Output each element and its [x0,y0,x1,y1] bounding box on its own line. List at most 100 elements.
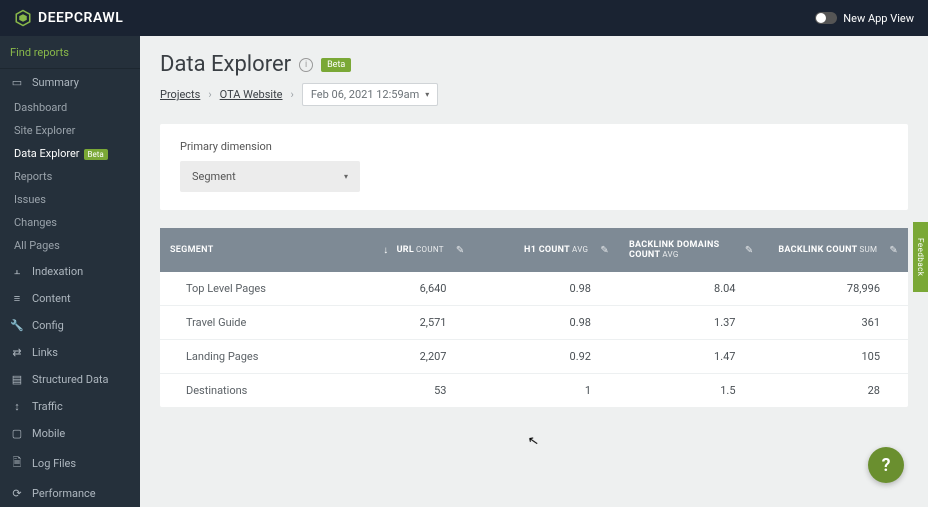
sidebar-section-config[interactable]: 🔧Config [0,312,140,339]
indexation-icon: ⫠ [10,264,24,278]
th-backlink-domains[interactable]: BACKLINK DOMAINS COUNTAVG ✎ [619,228,764,272]
mobile-icon: ▢ [10,427,24,440]
sidebar-section-performance[interactable]: ⟳ Performance [0,480,140,507]
main-content: Data Explorer i Beta Projects › OTA Webs… [140,36,928,507]
sidebar-section-content[interactable]: ≡ Content [0,285,140,312]
toggle-icon [815,12,837,24]
dimension-select[interactable]: Segment ▾ [180,161,360,192]
pencil-icon[interactable]: ✎ [745,245,754,256]
sidebar-section-links[interactable]: ⇄ Links [0,339,140,366]
th-url-main: URL [397,245,414,255]
sidebar-section-mobile[interactable]: ▢Mobile [0,420,140,447]
table-cell: 1.5 [619,374,764,407]
sidebar-item-dashboard[interactable]: Dashboard [0,96,140,119]
new-app-view-label: New App View [843,12,914,25]
section-label: Content [32,292,71,305]
date-value: Feb 06, 2021 12:59am [311,88,419,101]
sidebar-section-structured-data[interactable]: ▤Structured Data [0,366,140,393]
pencil-icon[interactable]: ✎ [456,245,465,256]
table-cell: 28 [764,374,909,407]
summary-label: Summary [32,76,79,89]
th-url[interactable]: ↓ URLCOUNT ✎ [330,228,475,272]
th-bc-sub: SUM [859,245,877,254]
breadcrumb-site[interactable]: OTA Website [220,88,283,101]
table-cell: Destinations [160,374,330,407]
section-label: Indexation [32,265,83,278]
sidebar-search[interactable]: ⌕ ☰ [0,36,140,69]
table-cell: Top Level Pages [160,272,330,305]
th-backlink-count[interactable]: BACKLINK COUNTSUM ✎ [764,228,909,272]
sidebar-item-site-explorer[interactable]: Site Explorer [0,119,140,142]
section-label: Links [32,346,58,359]
sidebar-item-all-pages[interactable]: All Pages [0,234,140,257]
primary-dimension-label: Primary dimension [180,140,888,153]
breadcrumb: Projects › OTA Website › Feb 06, 2021 12… [160,83,908,106]
table-cell: 0.92 [475,340,620,373]
table-cell: 0.98 [475,272,620,305]
th-h1[interactable]: H1 COUNTAVG ✎ [475,228,620,272]
sidebar-item-issues[interactable]: Issues [0,188,140,211]
log-files-icon: 🗎 [10,454,24,473]
table-header: SEGMENT ↓ URLCOUNT ✎ H1 COUNTAVG ✎ BACKL… [160,228,908,272]
date-selector[interactable]: Feb 06, 2021 12:59am ▾ [302,83,438,106]
table-cell: 105 [764,340,909,373]
section-label: Log Files [32,457,76,470]
th-segment[interactable]: SEGMENT [160,228,330,272]
th-bd-sub: AVG [662,250,678,259]
table-row[interactable]: Top Level Pages6,6400.988.0478,996 [160,272,908,306]
logo-hex-icon [14,9,32,27]
table-row[interactable]: Travel Guide2,5710.981.37361 [160,306,908,340]
th-bc-main: BACKLINK COUNT [778,245,857,255]
sidebar-section-log-files[interactable]: 🗎 Log Files [0,447,140,480]
brand-logo[interactable]: DEEPCRAWL [14,9,123,27]
sidebar-item-changes[interactable]: Changes [0,211,140,234]
top-bar: DEEPCRAWL New App View [0,0,928,36]
beta-badge: Beta [84,149,108,160]
sidebar-item-reports[interactable]: Reports [0,165,140,188]
table-cell: 361 [764,306,909,339]
sidebar-section-summary[interactable]: ▭ Summary [0,69,140,96]
links-icon: ⇄ [10,346,24,359]
table-cell: 0.98 [475,306,620,339]
section-label: Traffic [32,400,63,413]
th-h1-main: H1 COUNT [524,245,570,255]
section-label: Config [32,319,64,332]
sidebar: ⌕ ☰ ▭ Summary DashboardSite ExplorerData… [0,36,140,507]
table-cell: 8.04 [619,272,764,305]
th-h1-sub: AVG [572,245,588,254]
table-cell: 1 [475,374,620,407]
table-cell: 78,996 [764,272,909,305]
table-cell: Landing Pages [160,340,330,373]
sidebar-section-indexation[interactable]: ⫠ Indexation [0,257,140,285]
chevron-right-icon: › [291,88,294,101]
caret-down-icon: ▾ [344,172,348,181]
pencil-icon[interactable]: ✎ [600,245,609,256]
table-cell: 2,207 [330,340,475,373]
info-icon[interactable]: i [299,58,313,72]
page-header: Data Explorer i Beta [160,52,908,77]
dimension-value: Segment [192,170,236,183]
table-row[interactable]: Landing Pages2,2070.921.47105 [160,340,908,374]
sidebar-section-traffic[interactable]: ↕Traffic [0,393,140,420]
beta-badge: Beta [321,58,351,72]
sidebar-item-data-explorer[interactable]: Data ExplorerBeta [0,142,140,165]
th-segment-label: SEGMENT [170,245,214,255]
table-cell: Travel Guide [160,306,330,339]
th-url-sub: COUNT [416,245,444,254]
new-app-view-toggle[interactable]: New App View [815,12,914,25]
help-fab[interactable]: ? [868,447,904,483]
pencil-icon[interactable]: ✎ [889,245,898,256]
table-cell: 1.37 [619,306,764,339]
section-label: Performance [32,487,96,500]
dimension-panel: Primary dimension Segment ▾ [160,124,908,210]
content-icon: ≡ [10,292,24,305]
search-input[interactable] [10,46,140,59]
breadcrumb-projects[interactable]: Projects [160,88,200,101]
feedback-tab[interactable]: Feedback [913,222,928,292]
table-cell: 1.47 [619,340,764,373]
table-cell: 2,571 [330,306,475,339]
table-row[interactable]: Destinations5311.528 [160,374,908,407]
section-label: Structured Data [32,373,109,386]
brand-text: DEEPCRAWL [38,10,123,26]
performance-icon: ⟳ [10,487,24,500]
